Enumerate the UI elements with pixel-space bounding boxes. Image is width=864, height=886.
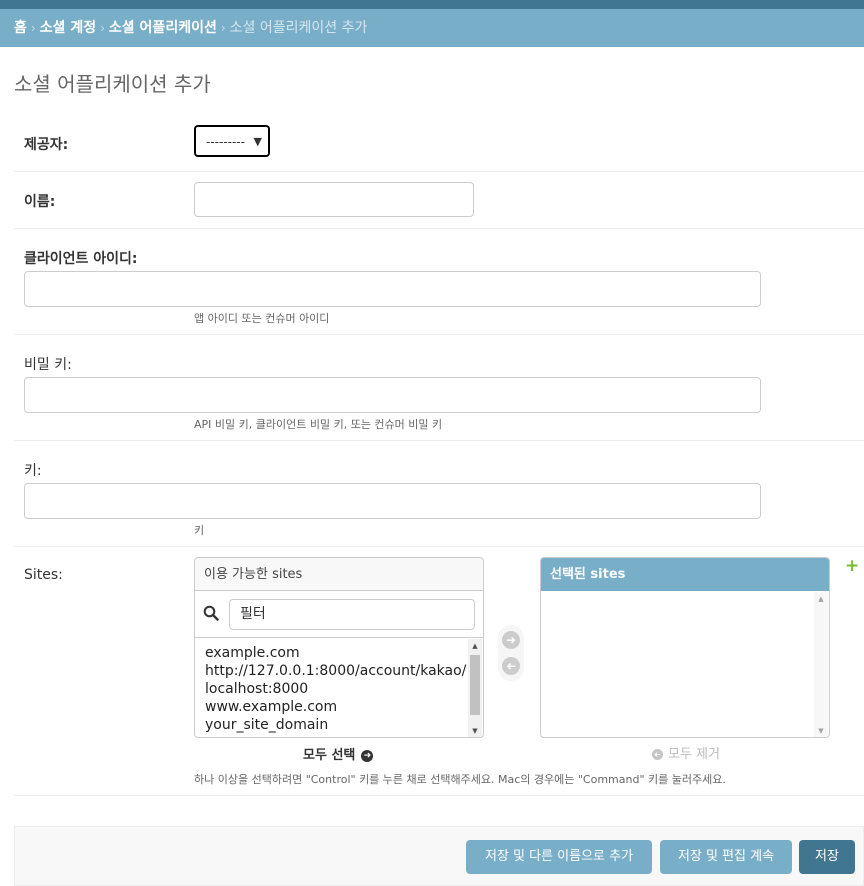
secret-label: 비밀 키: (24, 357, 72, 373)
provider-select[interactable]: --------- ▼ (194, 125, 270, 157)
secret-help: API 비밀 키, 클라이언트 비밀 키, 또는 컨슈머 비밀 키 (194, 418, 443, 431)
sites-option[interactable]: localhost:8000 (195, 680, 467, 698)
breadcrumb-app[interactable]: 소셜 계정 (40, 20, 96, 36)
breadcrumb: 홈 › 소셜 계정 › 소셜 어플리케이션 › 소셜 어플리케이션 추가 (0, 9, 864, 47)
sites-option[interactable]: http://127.0.0.1:8000/account/kakao/logi… (195, 662, 467, 680)
add-site-icon[interactable]: + (845, 556, 859, 576)
top-header-strip (0, 0, 864, 9)
key-label: 키: (24, 463, 42, 479)
save-add-another-button[interactable]: 저장 및 다른 이름으로 추가 (466, 840, 652, 874)
sites-chosen-box: 선택된 sites ▲ ▼ (540, 557, 830, 738)
selector-arrows: ➜ ➜ (498, 625, 524, 681)
provider-row: 제공자: --------- ▼ (14, 114, 864, 172)
breadcrumb-current: 소셜 어플리케이션 추가 (229, 20, 368, 36)
sites-option[interactable]: example.com (195, 644, 467, 662)
sites-option[interactable]: your_site_domain (195, 716, 467, 734)
arrow-right-icon: ➜ (361, 749, 374, 762)
arrow-right-icon[interactable]: ➜ (502, 631, 520, 649)
scroll-down-icon[interactable]: ▼ (468, 727, 482, 735)
save-continue-button[interactable]: 저장 및 편집 계속 (660, 840, 792, 874)
remove-all-label: 모두 제거 (668, 747, 720, 762)
page-title: 소셜 어플리케이션 추가 (14, 72, 211, 96)
save-button[interactable]: 저장 (799, 840, 855, 874)
provider-selected-value: --------- (206, 135, 245, 149)
sites-available-list[interactable]: example.com http://127.0.0.1:8000/accoun… (195, 639, 483, 737)
scroll-up-icon[interactable]: ▲ (814, 595, 828, 603)
key-input[interactable] (24, 483, 761, 519)
name-row: 이름: (14, 172, 864, 229)
search-icon (203, 605, 219, 621)
client-id-help: 앱 아이디 또는 컨슈머 아이디 (194, 312, 330, 325)
sites-filter-input[interactable]: 필터 (229, 599, 475, 630)
name-label: 이름: (24, 194, 56, 210)
breadcrumb-separator: › (30, 21, 36, 35)
sites-chosen-title: 선택된 sites (541, 558, 829, 591)
arrow-left-icon: ➜ (652, 749, 663, 760)
secret-input[interactable] (24, 377, 761, 413)
chevron-down-icon: ▼ (253, 135, 262, 148)
sites-filter-bar: 필터 (195, 592, 483, 638)
client-id-label: 클라이언트 아이디: (24, 251, 138, 267)
sites-chosen-scrollbar[interactable]: ▲ ▼ (814, 592, 828, 737)
secret-row: 비밀 키: API 비밀 키, 클라이언트 비밀 키, 또는 컨슈머 비밀 키 (14, 335, 864, 441)
breadcrumb-home[interactable]: 홈 (14, 20, 27, 36)
remove-all-link[interactable]: ➜ 모두 제거 (652, 743, 720, 762)
sites-available-scrollbar[interactable]: ▲ ▼ (468, 639, 482, 737)
client-id-row: 클라이언트 아이디: 앱 아이디 또는 컨슈머 아이디 (14, 229, 864, 335)
sites-available-box: 이용 가능한 sites 필터 example.com http://127.0… (194, 557, 484, 738)
breadcrumb-model[interactable]: 소셜 어플리케이션 (109, 20, 217, 36)
client-id-input[interactable] (24, 271, 761, 307)
submit-row: 저장 및 다른 이름으로 추가 저장 및 편집 계속 저장 (14, 826, 864, 886)
sites-available-title: 이용 가능한 sites (195, 558, 483, 591)
choose-all-label: 모두 선택 (303, 748, 356, 763)
breadcrumb-separator: › (220, 21, 226, 35)
name-input[interactable] (194, 182, 474, 217)
scroll-up-icon[interactable]: ▲ (468, 642, 482, 650)
sites-label: Sites: (24, 567, 63, 583)
provider-label: 제공자: (24, 137, 69, 153)
scrollbar-thumb[interactable] (470, 655, 480, 715)
arrow-left-icon[interactable]: ➜ (502, 657, 520, 675)
key-row: 키: 키 (14, 441, 864, 547)
key-help: 키 (194, 524, 205, 537)
scroll-down-icon[interactable]: ▼ (814, 727, 828, 735)
breadcrumb-separator: › (100, 21, 105, 35)
sites-help: 하나 이상을 선택하려면 "Control" 키를 누른 채로 선택해주세요. … (194, 773, 726, 786)
sites-chosen-list[interactable]: ▲ ▼ (541, 592, 829, 737)
sites-option[interactable]: www.example.com (195, 698, 467, 716)
choose-all-link[interactable]: 모두 선택 ➜ (303, 744, 374, 763)
